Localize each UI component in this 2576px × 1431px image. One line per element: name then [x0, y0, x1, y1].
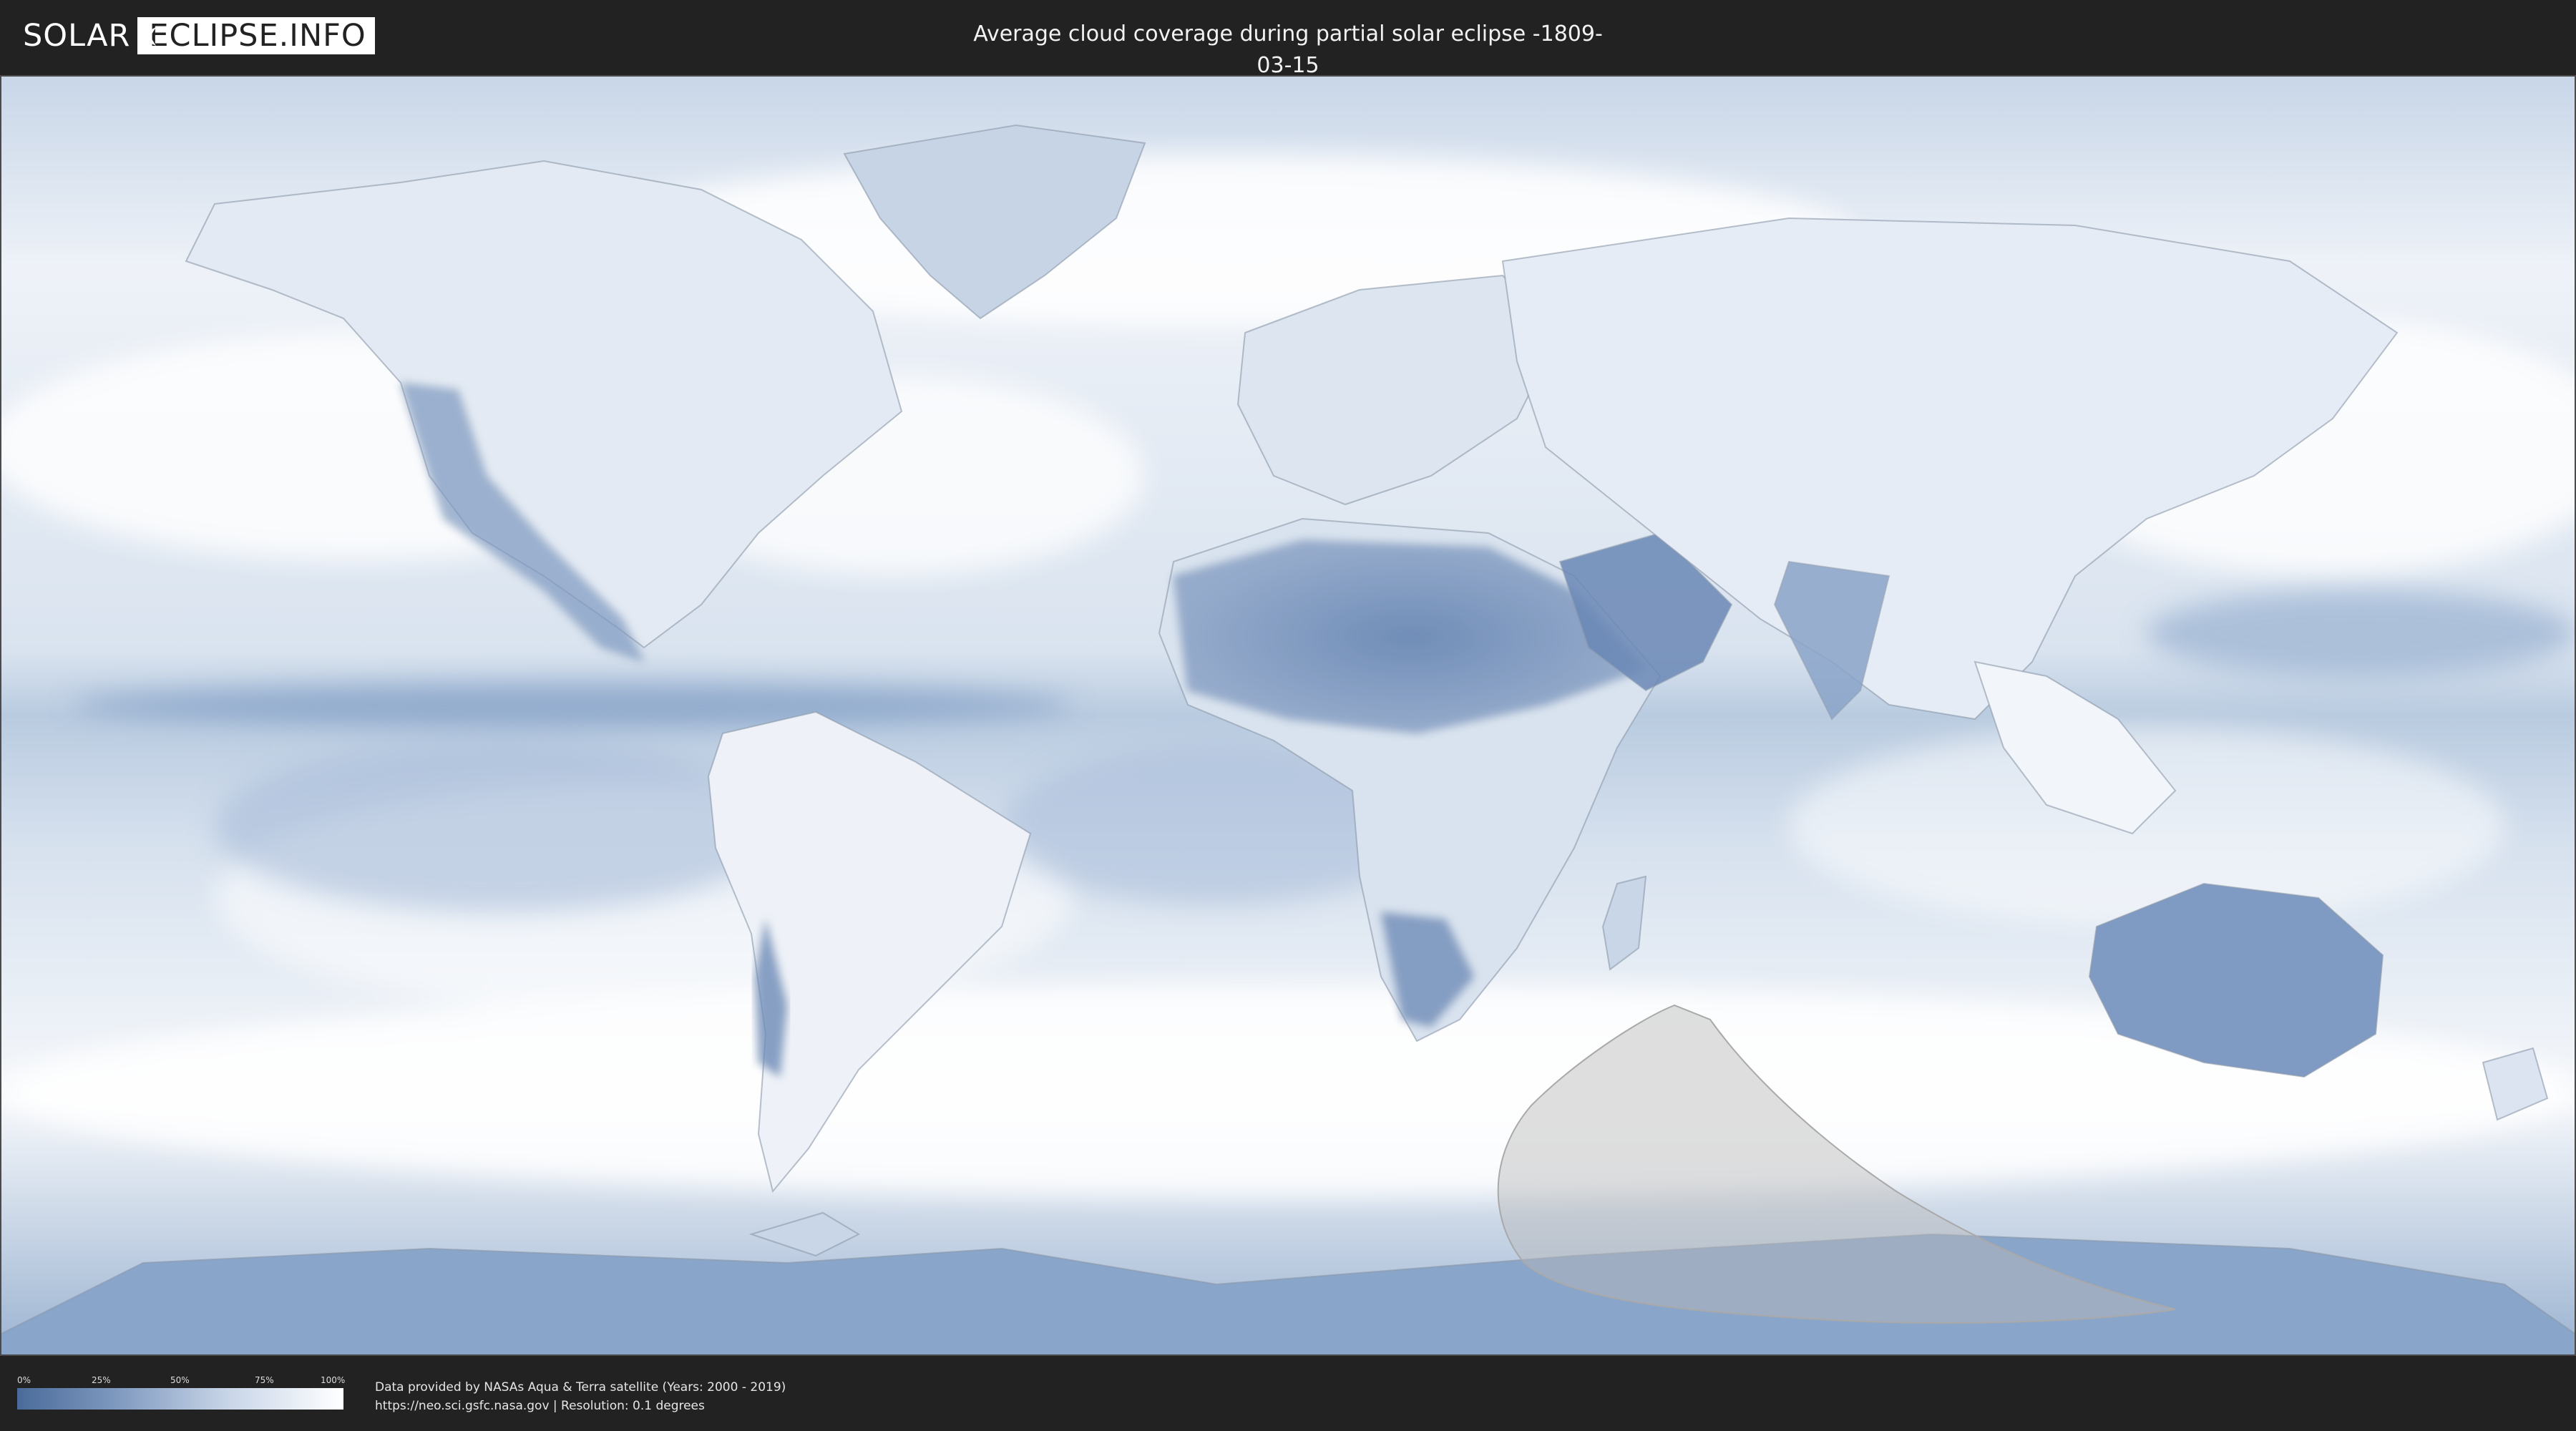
legend-tick-100: 100%: [321, 1375, 346, 1385]
cloud-coverage-legend: 0% 25% 50% 75% 100%: [17, 1375, 346, 1412]
world-map-icon: [0, 75, 2576, 1356]
legend-tick-75: 75%: [255, 1375, 274, 1385]
legend-gradient-bar: [17, 1388, 343, 1410]
legend-ticks: 0% 25% 50% 75% 100%: [17, 1375, 346, 1387]
credits-line-url: https://neo.sci.gsfc.nasa.gov | Resoluti…: [375, 1399, 705, 1413]
data-credits: Data provided by NASAs Aqua & Terra sate…: [375, 1378, 786, 1415]
page-title: Average cloud coverage during partial so…: [973, 21, 1603, 78]
legend-tick-25: 25%: [92, 1375, 111, 1385]
credits-line-source: Data provided by NASAs Aqua & Terra sate…: [375, 1380, 786, 1395]
header-bar: SOLAR ECLIPSE.INFO Average cloud coverag…: [0, 0, 2576, 78]
site-logo[interactable]: SOLAR ECLIPSE.INFO: [23, 17, 375, 54]
logo-text-solar: SOLAR: [23, 18, 131, 54]
eclipse-logo-icon: [137, 27, 156, 46]
footer-bar: 0% 25% 50% 75% 100% Data provided by NAS…: [0, 1357, 2576, 1431]
logo-text-eclipse-info: ECLIPSE.INFO: [137, 17, 375, 54]
legend-tick-0: 0%: [17, 1375, 31, 1385]
legend-tick-50: 50%: [170, 1375, 190, 1385]
cloud-coverage-map[interactable]: [0, 75, 2576, 1356]
app-root: SOLAR ECLIPSE.INFO Average cloud coverag…: [0, 0, 2576, 1431]
